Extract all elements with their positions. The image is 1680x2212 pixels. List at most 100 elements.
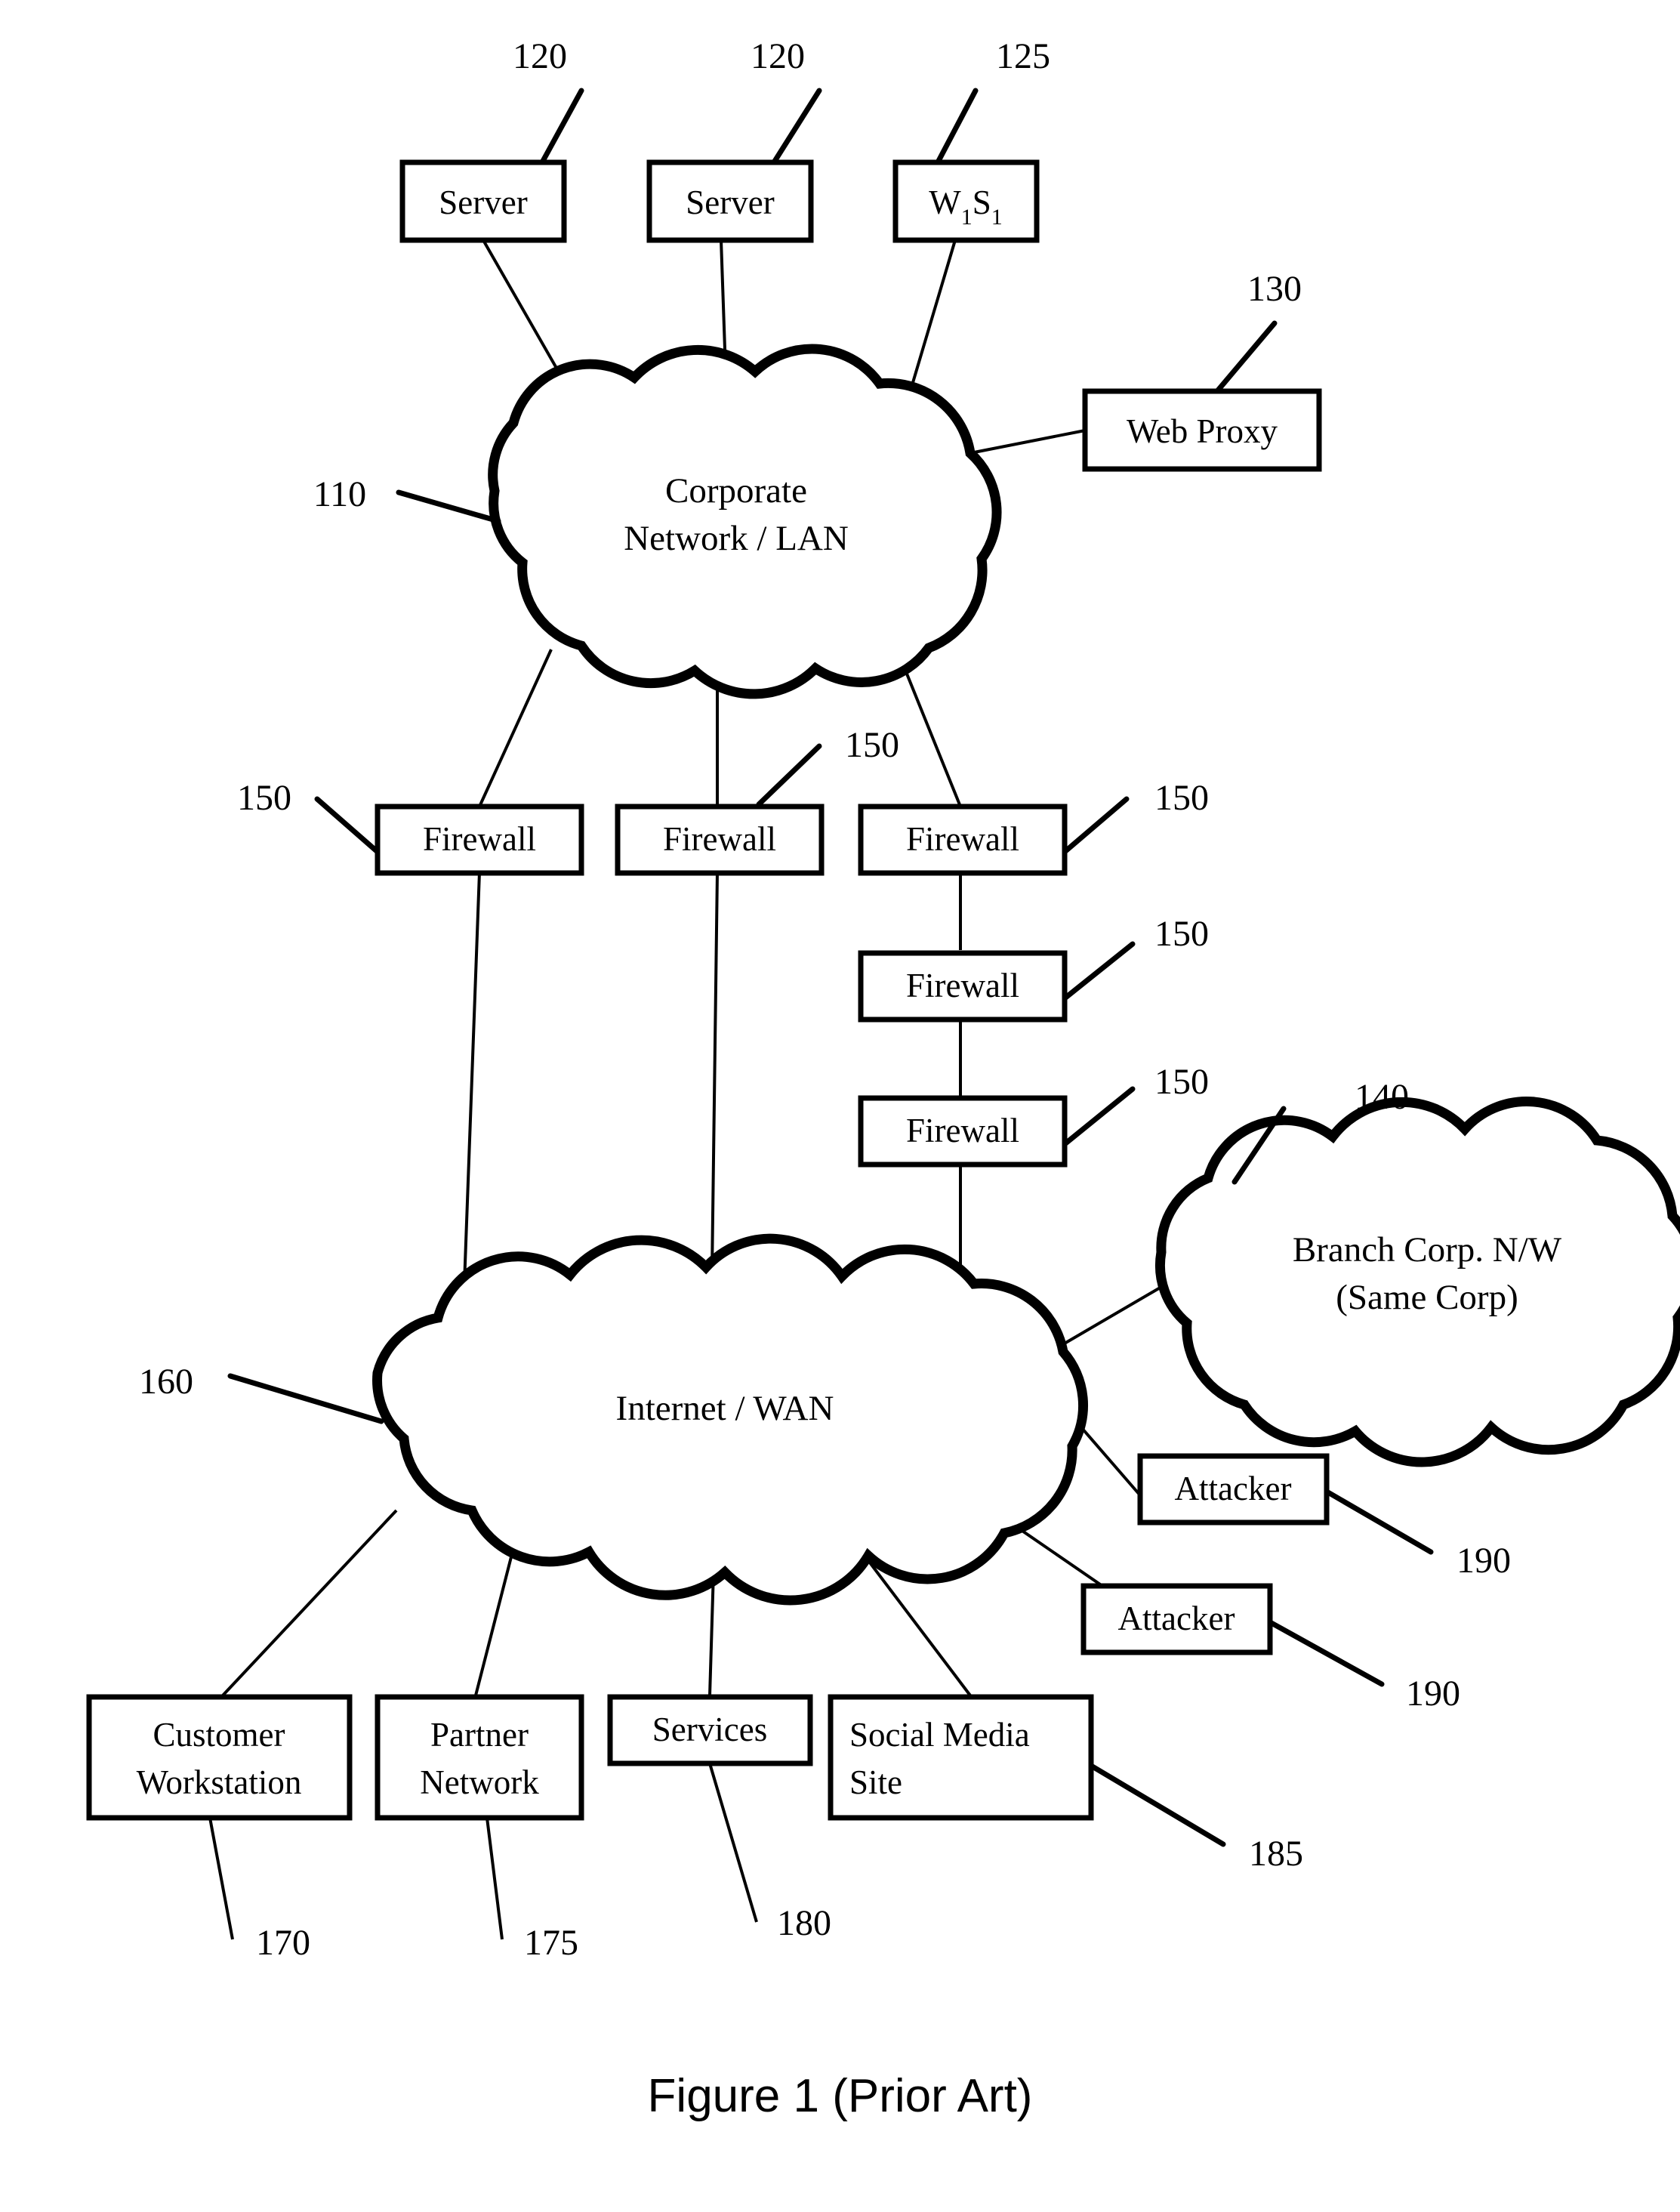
node-social-media-site-label-line1: Social Media	[849, 1716, 1030, 1754]
ref-125-w1s1-number: 125	[996, 36, 1050, 76]
connector-firewall1-internet	[463, 872, 481, 1285]
ref-110-corporate-lan-number: 110	[313, 474, 366, 514]
ref-190-attacker2-leader	[1267, 1619, 1385, 1687]
ref-150-firewall3-number: 150	[1154, 778, 1209, 818]
ref-150-firewall4: 150	[1062, 914, 1209, 1001]
node-firewall-2[interactable]: Firewall	[615, 804, 825, 876]
ref-150-firewall5-leader	[1062, 1086, 1136, 1147]
ref-125-w1s1-leader	[935, 88, 979, 165]
ref-185-socialmedia-leader	[1088, 1763, 1226, 1847]
connector-webproxy-lan	[969, 429, 1086, 455]
ref-150-firewall1-leader	[314, 796, 381, 855]
node-server-1[interactable]: Server	[399, 159, 567, 243]
connector-internet-customer	[221, 1509, 398, 1697]
ref-150-firewall4-leader	[1062, 941, 1136, 1001]
ref-120-server2-leader	[771, 88, 822, 165]
ref-120-server1-leader	[539, 88, 584, 165]
ref-160-internet-number: 160	[139, 1362, 193, 1402]
ref-160-internet: 160	[139, 1362, 384, 1424]
ref-170-customer-number: 170	[256, 1923, 310, 1963]
ref-150-firewall2-number: 150	[845, 725, 899, 765]
ref-150-firewall4-number: 150	[1154, 914, 1209, 954]
ref-150-firewall5: 150	[1062, 1062, 1209, 1147]
cloud-corporate-lan-label-line1: Corporate	[665, 471, 807, 511]
node-server-1-label: Server	[439, 184, 527, 221]
node-firewall-5[interactable]: Firewall	[858, 1095, 1068, 1168]
ref-170-customer: 170	[208, 1817, 310, 1963]
connector-internet-partner	[474, 1547, 515, 1696]
cloud-branch-corp: Branch Corp. N/W (Same Corp)	[1154, 1097, 1680, 1467]
connector-w1s1-lan	[908, 239, 957, 393]
node-services-label: Services	[652, 1711, 767, 1748]
cloud-branch-corp-label-line2: (Same Corp)	[1336, 1278, 1518, 1317]
connector-internet-branchcorp	[1062, 1282, 1168, 1346]
node-firewall-1[interactable]: Firewall	[375, 804, 584, 876]
node-firewall-5-label: Firewall	[906, 1112, 1019, 1149]
node-firewall-3[interactable]: Firewall	[858, 804, 1068, 876]
ref-125-w1s1: 125	[935, 36, 1050, 165]
network-diagram: Corporate Network / LAN Internet / WAN B…	[86, 36, 1680, 1963]
ref-180-services: 180	[708, 1763, 831, 1943]
node-partner-network-label-line1: Partner	[430, 1716, 529, 1754]
cloud-internet-wan-label: Internet / WAN	[616, 1389, 834, 1428]
ref-190-attacker1-leader	[1324, 1489, 1434, 1555]
connector-firewall2-internet	[711, 872, 719, 1273]
node-partner-network-label-line2: Network	[420, 1763, 539, 1801]
ref-130-webproxy: 130	[1214, 269, 1302, 394]
ref-110-corporate-lan: 110	[313, 474, 501, 524]
ref-150-firewall2-leader	[756, 743, 822, 807]
ref-130-webproxy-number: 130	[1247, 269, 1302, 309]
ref-175-partner-number: 175	[524, 1923, 578, 1963]
node-attacker-1[interactable]: Attacker	[1137, 1453, 1330, 1526]
node-firewall-2-label: Firewall	[663, 820, 776, 858]
node-services[interactable]: Services	[607, 1694, 813, 1766]
ref-120-server2-number: 120	[751, 36, 805, 76]
ref-110-corporate-lan-leader	[396, 489, 501, 524]
node-social-media-site[interactable]: Social Media Site	[828, 1694, 1094, 1821]
node-partner-network[interactable]: Partner Network	[375, 1694, 584, 1821]
ref-120-server1-number: 120	[513, 36, 567, 76]
node-server-2[interactable]: Server	[646, 159, 814, 243]
node-attacker-2[interactable]: Attacker	[1080, 1583, 1273, 1655]
ref-150-firewall5-number: 150	[1154, 1062, 1209, 1102]
node-firewall-4[interactable]: Firewall	[858, 950, 1068, 1023]
ref-140-branchcorp-number: 140	[1355, 1077, 1409, 1117]
connector-internet-services	[708, 1570, 715, 1696]
ref-180-services-number: 180	[777, 1903, 831, 1943]
node-firewall-4-label: Firewall	[906, 967, 1019, 1004]
figure-caption: Figure 1 (Prior Art)	[647, 2070, 1033, 2122]
ref-180-services-leader	[708, 1763, 758, 1923]
ref-170-customer-leader	[208, 1817, 234, 1940]
node-server-2-label: Server	[686, 184, 774, 221]
node-attacker-2-label: Attacker	[1118, 1600, 1235, 1637]
ref-120-server1: 120	[513, 36, 584, 165]
cloud-branch-corp-label-line1: Branch Corp. N/W	[1293, 1230, 1562, 1270]
ref-150-firewall3-leader	[1062, 796, 1130, 855]
ref-190-attacker1-number: 190	[1457, 1541, 1511, 1581]
cloud-internet-wan: Internet / WAN	[372, 1233, 1089, 1606]
node-social-media-site-label-line2: Site	[849, 1763, 902, 1801]
ref-175-partner: 175	[486, 1817, 578, 1963]
ref-150-firewall1-number: 150	[237, 778, 291, 818]
patent-figure-page: Corporate Network / LAN Internet / WAN B…	[0, 0, 1680, 2212]
node-firewall-3-label: Firewall	[906, 820, 1019, 858]
ref-175-partner-leader	[486, 1817, 504, 1940]
node-customer-workstation[interactable]: Customer Workstation	[86, 1694, 353, 1821]
ref-150-firewall3: 150	[1062, 778, 1209, 855]
cloud-corporate-lan-label-line2: Network / LAN	[624, 519, 849, 558]
cloud-corporate-lan: Corporate Network / LAN	[488, 344, 1002, 699]
node-web-proxy-label: Web Proxy	[1127, 412, 1278, 450]
node-w1s1[interactable]: W1S1	[892, 159, 1040, 243]
ref-190-attacker1: 190	[1324, 1489, 1511, 1581]
node-web-proxy[interactable]: Web Proxy	[1082, 388, 1322, 472]
ref-150-firewall1: 150	[237, 778, 381, 855]
node-customer-workstation-label-line2: Workstation	[137, 1763, 302, 1801]
ref-190-attacker2: 190	[1267, 1619, 1460, 1714]
connector-internet-attacker1	[1080, 1426, 1142, 1497]
node-customer-workstation-label-line1: Customer	[153, 1716, 285, 1754]
ref-190-attacker2-number: 190	[1406, 1674, 1460, 1714]
ref-130-webproxy-leader	[1214, 320, 1278, 394]
ref-185-socialmedia-number: 185	[1249, 1834, 1303, 1874]
ref-120-server2: 120	[751, 36, 822, 165]
ref-185-socialmedia: 185	[1088, 1763, 1303, 1874]
